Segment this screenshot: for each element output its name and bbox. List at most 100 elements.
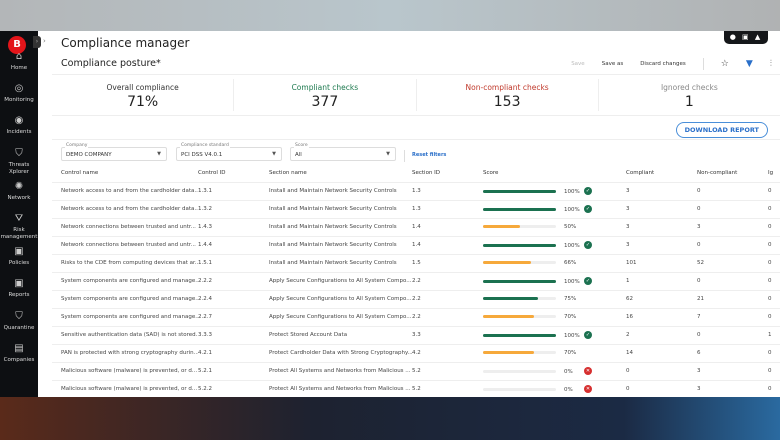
briefcase-icon: ▤ xyxy=(14,343,24,354)
sidebar-item-label: Quarantine xyxy=(3,325,35,331)
discard-changes-button[interactable]: Discard changes xyxy=(640,61,686,67)
ignored-count: 0 xyxy=(768,380,780,397)
section-id: 3.3 xyxy=(412,326,483,345)
sidebar-item-monitoring[interactable]: ◎ Monitoring xyxy=(0,83,38,104)
column-header[interactable]: Section name xyxy=(269,164,412,183)
table-row[interactable]: Sensitive authentication data (SAD) is n… xyxy=(52,326,780,345)
save-as-button[interactable]: Save as xyxy=(602,61,623,67)
check-circle-icon: ✓ xyxy=(584,205,592,213)
section-name: Apply Secure Configurations to All Syste… xyxy=(269,272,412,291)
compliant-count: 3 xyxy=(626,200,697,219)
table-row[interactable]: Network access to and from the cardholde… xyxy=(52,200,780,219)
non-compliant-count: 52 xyxy=(697,254,768,273)
column-settings-icon[interactable]: ⫶ xyxy=(770,59,772,69)
score-cell: 0% ✕ xyxy=(483,380,626,397)
save-button[interactable]: Save xyxy=(571,61,585,67)
expand-panel-chevron-icon[interactable]: › xyxy=(43,37,46,45)
check-circle-icon: ✓ xyxy=(584,241,592,249)
control-name: PAN is protected with strong cryptograph… xyxy=(52,344,198,363)
column-header[interactable]: Ig xyxy=(768,164,780,183)
shield-icon: ⛉ xyxy=(15,148,23,159)
table-row[interactable]: Malicious software (malware) is prevente… xyxy=(52,380,780,397)
column-header[interactable]: Score xyxy=(483,164,626,183)
ignored-count: 0 xyxy=(768,200,780,219)
reports-icon: ▣ xyxy=(14,278,24,289)
table-row[interactable]: PAN is protected with strong cryptograph… xyxy=(52,344,780,363)
download-report-button[interactable]: DOWNLOAD REPORT xyxy=(675,122,768,138)
sidebar-item-companies[interactable]: ▤ Companies xyxy=(0,343,38,364)
table-row[interactable]: Network access to and from the cardholde… xyxy=(52,182,780,201)
table-row[interactable]: Malicious software (malware) is prevente… xyxy=(52,362,780,381)
section-name: Protect Cardholder Data with Strong Cryp… xyxy=(269,344,412,363)
app-window: B ⌂ Home ◎ Monitoring ◉ Incidents ⛉ Threats Xpl… xyxy=(0,31,780,397)
summary-cards: Overall compliance 71% Compliant checks 377… xyxy=(52,74,780,116)
table-row[interactable]: Network connections between trusted and … xyxy=(52,218,780,237)
incidents-icon: ◉ xyxy=(14,115,24,126)
filter-icon[interactable]: ▼ xyxy=(746,59,753,69)
section-name: Install and Maintain Network Security Co… xyxy=(269,254,412,273)
table-row[interactable]: System components are configured and man… xyxy=(52,308,780,327)
section-name: Protect All Systems and Networks from Ma… xyxy=(269,362,412,381)
sidebar-item-reports[interactable]: ▣ Reports xyxy=(0,278,38,299)
score-percent: 75% xyxy=(564,296,577,302)
check-circle-icon: ✓ xyxy=(584,331,592,339)
column-header[interactable]: Control ID xyxy=(198,164,269,183)
section-name: Install and Maintain Network Security Co… xyxy=(269,182,412,201)
ignored-count: 0 xyxy=(768,182,780,201)
non-compliant-count: 0 xyxy=(697,200,768,219)
company-select[interactable]: Company DEMO COMPANY ▼ xyxy=(61,143,167,161)
section-id: 2.2 xyxy=(412,272,483,291)
control-name: System components are configured and man… xyxy=(52,290,198,309)
standard-label: Compliance standard xyxy=(180,143,230,148)
score-bar xyxy=(483,279,556,283)
sidebar-item-policies[interactable]: ▣ Policies xyxy=(0,246,38,267)
control-name: System components are configured and man… xyxy=(52,308,198,327)
score-bar xyxy=(483,351,556,354)
sidebar-item-quarantine[interactable]: ⛉ Quarantine xyxy=(0,311,38,332)
table-row[interactable]: System components are configured and man… xyxy=(52,290,780,309)
score-bar xyxy=(483,207,556,211)
control-id: 1.4.3 xyxy=(198,218,269,237)
summary-card: Compliant checks 377 xyxy=(234,79,417,111)
column-header[interactable]: Non-compliant xyxy=(697,164,768,183)
sidebar-item-threats-xplorer[interactable]: ⛉ Threats Xplorer xyxy=(0,148,38,175)
check-circle-icon: ✓ xyxy=(584,187,592,195)
user-gift-notification-icons[interactable]: ● ▣ ▲ xyxy=(724,31,768,44)
star-icon[interactable]: ☆ xyxy=(721,59,729,69)
score-percent: 100% xyxy=(564,206,580,213)
sidebar-item-label: Network xyxy=(7,195,31,201)
sidebar-collapse-button[interactable]: › xyxy=(33,36,41,48)
sidebar-item-network[interactable]: ✺ Network xyxy=(0,181,38,202)
column-header[interactable]: Control name xyxy=(52,164,198,183)
standard-value: PCI DSS V4.0.1 xyxy=(181,152,223,158)
column-header[interactable]: Compliant xyxy=(626,164,697,183)
sidebar-item-risk-management[interactable]: ⛛ Risk management xyxy=(0,213,38,240)
sidebar-item-home[interactable]: ⌂ Home xyxy=(0,51,38,72)
non-compliant-count: 0 xyxy=(697,182,768,201)
control-name: Network connections between trusted and … xyxy=(52,218,198,237)
score-select[interactable]: Score All ▼ xyxy=(290,143,396,161)
compliance-standard-select[interactable]: Compliance standard PCI DSS V4.0.1 ▼ xyxy=(176,143,282,161)
sidebar-item-label: Threats Xplorer xyxy=(8,162,30,175)
section-id: 1.5 xyxy=(412,254,483,273)
table-row[interactable]: System components are configured and man… xyxy=(52,272,780,291)
score-bar xyxy=(483,387,556,391)
error-circle-icon: ✕ xyxy=(584,385,592,393)
sidebar-item-incidents[interactable]: ◉ Incidents xyxy=(0,115,38,136)
score-bar xyxy=(483,297,556,300)
compliant-count: 0 xyxy=(626,362,697,381)
reset-filters-link[interactable]: Reset filters xyxy=(412,152,446,158)
section-id: 2.2 xyxy=(412,308,483,327)
summary-card: Overall compliance 71% xyxy=(52,79,235,111)
compliant-count: 16 xyxy=(626,308,697,327)
column-header[interactable]: Section ID xyxy=(412,164,483,183)
section-name: Protect Stored Account Data xyxy=(269,326,412,345)
score-bar xyxy=(483,369,556,373)
summary-card: Non-compliant checks 153 xyxy=(417,79,599,111)
table-row[interactable]: Network connections between trusted and … xyxy=(52,236,780,255)
table-row[interactable]: Risks to the CDE from computing devices … xyxy=(52,254,780,273)
section-id: 4.2 xyxy=(412,344,483,363)
score-cell: 70% xyxy=(483,308,626,327)
score-percent: 100% xyxy=(564,332,580,339)
divider xyxy=(702,58,704,70)
